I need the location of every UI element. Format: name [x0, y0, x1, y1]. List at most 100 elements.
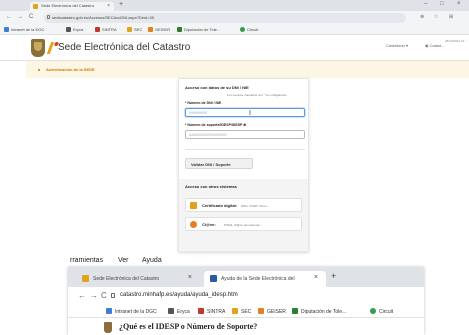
zoom-icon[interactable]: ⊕ — [420, 14, 424, 20]
support-placeholder: AAA000000/E00000000 — [189, 133, 227, 137]
bookmark-eryca[interactable]: Eryca — [66, 27, 83, 32]
tab-title: Ayuda de la Sede Electrónica del — [221, 276, 295, 282]
page-title: ¿Qué es el IDESP o Número de Soporte? — [119, 322, 258, 331]
extensions-icon[interactable]: ⊞ — [449, 14, 453, 20]
bookmark-intranet[interactable]: Intranet de la DGC — [4, 27, 44, 32]
back-icon[interactable]: ← — [78, 291, 86, 300]
certificate-icon — [190, 202, 197, 209]
bookmark-circuit[interactable]: Circuit — [370, 308, 393, 315]
site-title[interactable]: Sede Electrónica del Catastro — [58, 42, 190, 53]
other-systems-section: Acceso con otros sistemas Certificado di… — [179, 179, 308, 251]
menu-herramientas[interactable]: rramientas — [70, 257, 103, 264]
support-number-input[interactable]: AAA000000/E00000000 — [185, 130, 305, 139]
catastro-logo-icon — [46, 42, 59, 54]
bookmark-geiser[interactable]: GEISER — [148, 27, 170, 32]
dni-placeholder: 99999999R — [189, 111, 208, 115]
login-panel: Acceso con datos de su DNI / NIE Los cam… — [178, 78, 309, 252]
clave-label: Cl@ve: — [202, 222, 216, 227]
geiser-icon — [258, 308, 264, 314]
breadcrumb: Autenticación de la SEDE — [26, 61, 469, 78]
bookmark-sec[interactable]: SEC — [232, 308, 251, 315]
new-tab-button[interactable]: + — [119, 1, 123, 8]
lock-icon — [47, 15, 50, 19]
bookmark-diputacion[interactable]: Diputación de Tole... — [177, 27, 220, 32]
required-note: Los campos marcados con * son obligatori… — [227, 93, 287, 97]
help-tab-bar: Sede Electrónica del Catastro × Ayuda de… — [68, 267, 424, 287]
help-page: ¿Qué es el IDESP o Número de Soporte? — [68, 318, 424, 335]
certificate-option[interactable]: Certificado digital: DNIe, FNMT, Otros..… — [185, 198, 302, 212]
url-field[interactable]: catastro.minhafp.es/ayuda/ayuda_idesp.ht… — [120, 292, 238, 298]
browser-tab[interactable]: Sede Electrónica del Catastro × — [30, 2, 114, 11]
dni-input[interactable]: 99999999R I — [185, 108, 305, 117]
forward-icon[interactable]: → — [90, 291, 98, 300]
menu-bar: rramientas Ver Ayuda — [64, 256, 469, 267]
sintra-icon — [198, 308, 204, 314]
coat-of-arms-icon — [31, 39, 45, 57]
reload-icon[interactable]: C — [101, 291, 107, 300]
help-bookmarks-bar: Intranet de la DGC Eryca SINTRA SEC GEIS… — [68, 305, 424, 318]
clave-icon — [190, 221, 197, 228]
eryca-icon — [168, 308, 174, 314]
bookmark-circuit[interactable]: Circuit — [240, 27, 258, 32]
tab-close-icon[interactable]: × — [314, 274, 318, 281]
tab-title: Sede Electrónica del Catastro — [93, 276, 160, 282]
tab-close-icon[interactable]: × — [107, 3, 110, 9]
minimize-icon[interactable]: – — [424, 1, 427, 7]
bookmark-eryca[interactable]: Eryca — [168, 308, 190, 315]
catastro-favicon-icon — [82, 275, 89, 282]
bookmark-star-icon[interactable]: ☆ — [434, 14, 438, 20]
reload-icon[interactable]: C — [29, 14, 33, 20]
site-header: Sede Electrónica del Catastro 25/10/2022… — [0, 35, 469, 61]
forward-icon[interactable]: → — [17, 14, 23, 20]
certificate-label: Certificado digital: — [202, 203, 238, 208]
bullet-icon — [38, 69, 40, 71]
browser-tab-bar: Sede Electrónica del Catastro × + – □ × — [0, 0, 469, 11]
text-cursor-icon: I — [249, 110, 251, 117]
diputacion-icon — [177, 27, 182, 32]
new-tab-button[interactable]: + — [331, 271, 336, 281]
maximize-icon[interactable]: □ — [440, 1, 444, 7]
catastro-favicon-icon — [33, 4, 38, 9]
sec-icon — [232, 308, 238, 314]
bookmark-sintra[interactable]: SINTRA — [95, 27, 117, 32]
validate-button-label: Validar DNI / Soporte — [191, 162, 231, 167]
dni-label: * Número de DNI / NIE — [185, 101, 222, 105]
divider — [185, 149, 305, 150]
nav-link-autenticacion[interactable]: Autenticación de la SEDE — [46, 67, 95, 72]
bookmark-geiser[interactable]: GEISER — [258, 308, 286, 315]
circuit-icon — [370, 308, 376, 314]
intranet-icon — [4, 27, 9, 32]
tab-ayuda[interactable]: Ayuda de la Sede Electrónica del × — [204, 271, 326, 287]
close-window-icon[interactable]: × — [457, 1, 461, 7]
validate-button[interactable]: Validar DNI / Soporte — [185, 158, 253, 169]
address-bar: ← → C sedecatastro.gob.es/Accesos/SECAcc… — [0, 11, 469, 25]
other-systems-title: Acceso con otros sistemas — [185, 184, 237, 189]
ayuda-favicon-icon — [210, 275, 217, 282]
tab-title: Sede Electrónica del Catastro — [41, 3, 94, 8]
clave-sub: PIN24, Cl@ve permanente... — [224, 223, 263, 227]
tab-close-icon[interactable]: × — [188, 274, 192, 281]
user-link[interactable]: ◉ Catast... — [425, 43, 445, 48]
header-datetime: 25/10/2022 13:... — [445, 39, 468, 43]
url-field[interactable]: sedecatastro.gob.es/Accesos/SECAccDNI.as… — [44, 13, 406, 23]
sec-icon — [127, 27, 132, 32]
bookmark-sec[interactable]: SEC — [127, 27, 142, 32]
bookmark-diputacion[interactable]: Diputación de Tole... — [292, 308, 346, 315]
coat-of-arms-icon — [104, 322, 112, 333]
menu-ver[interactable]: Ver — [118, 257, 129, 264]
eryca-icon — [66, 27, 71, 32]
circuit-icon — [240, 27, 245, 32]
form-title: Acceso con datos de su DNI / NIE — [185, 85, 249, 90]
language-selector[interactable]: Castellano ▾ — [386, 43, 408, 48]
lock-icon — [111, 293, 115, 298]
back-icon[interactable]: ← — [6, 14, 12, 20]
diputacion-icon — [292, 308, 298, 314]
geiser-icon — [148, 27, 153, 32]
support-label: * Número de soporte/IDESP/IDESP ⊕ — [185, 123, 247, 127]
bookmark-intranet[interactable]: Intranet de la DGC — [106, 308, 157, 315]
tab-sede-electronica[interactable]: Sede Electrónica del Catastro × — [76, 271, 200, 287]
menu-ayuda[interactable]: Ayuda — [142, 257, 162, 264]
clave-option[interactable]: Cl@ve: PIN24, Cl@ve permanente... — [185, 217, 302, 231]
help-browser-window: Sede Electrónica del Catastro × Ayuda de… — [68, 267, 424, 335]
bookmark-sintra[interactable]: SINTRA — [198, 308, 225, 315]
